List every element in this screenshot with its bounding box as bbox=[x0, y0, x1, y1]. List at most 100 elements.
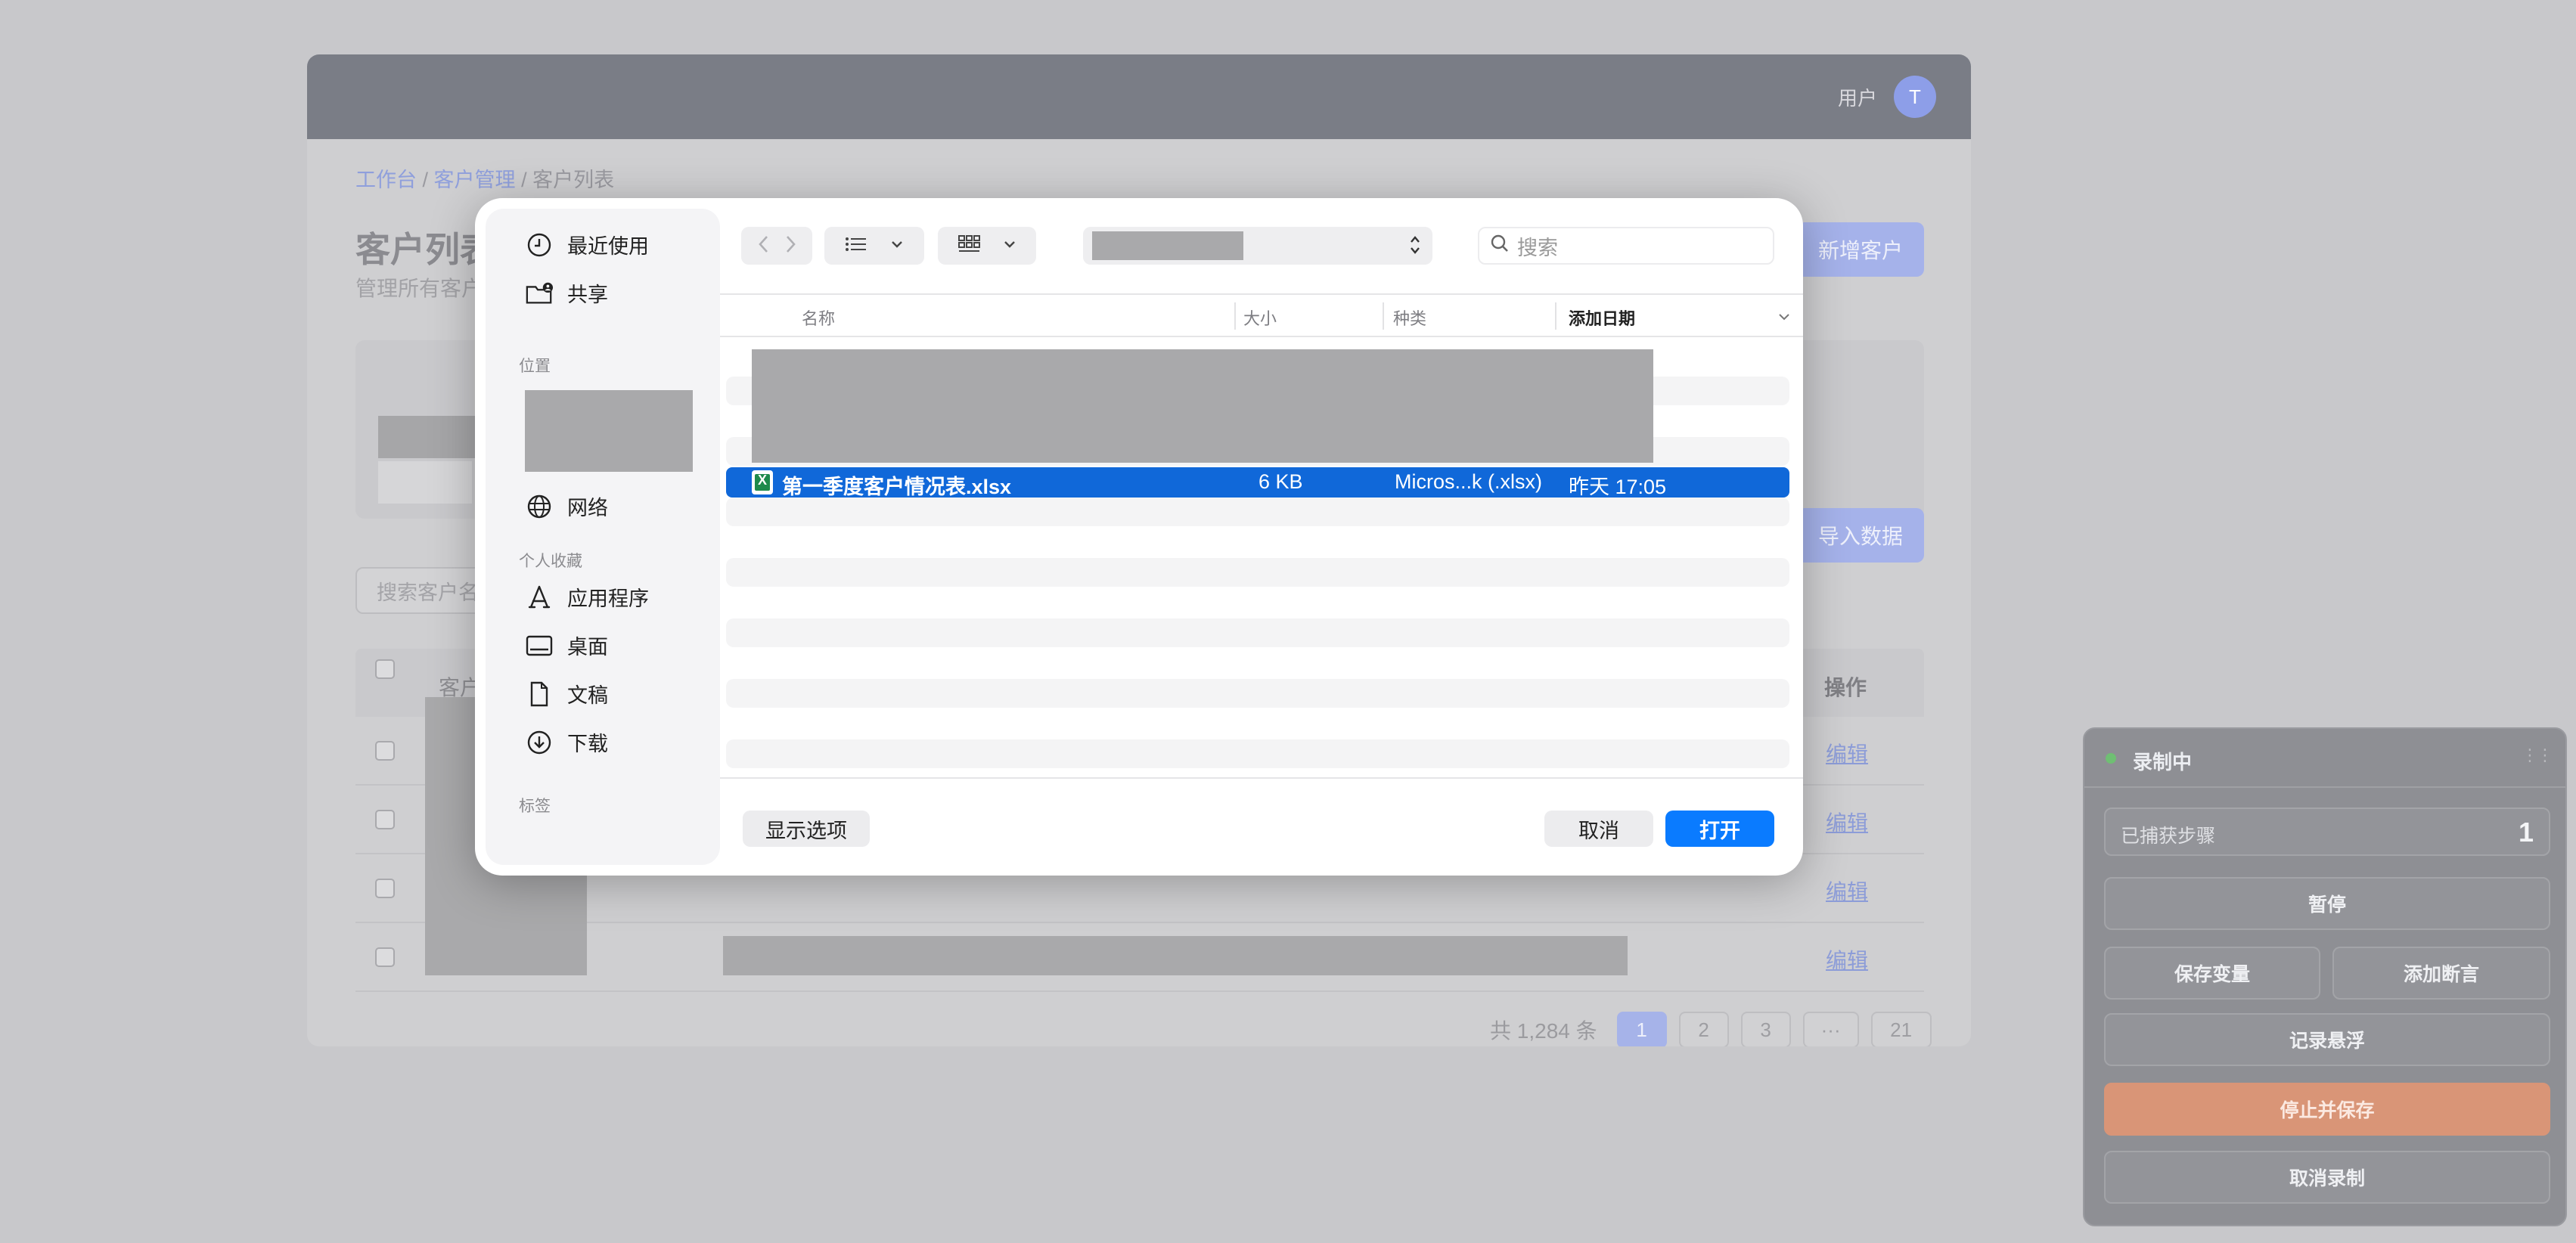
sidebar-item-network[interactable]: 网络 bbox=[525, 491, 608, 521]
steps-count: 1 bbox=[2518, 817, 2534, 848]
clock-icon bbox=[525, 231, 554, 259]
drag-handle-icon[interactable]: ⋮⋮ bbox=[2522, 745, 2553, 765]
group-view-button[interactable] bbox=[938, 227, 1036, 265]
sidebar-item-shared[interactable]: 共享 bbox=[525, 278, 608, 308]
page-21-button[interactable]: 21 bbox=[1870, 1012, 1932, 1046]
list-item[interactable] bbox=[726, 739, 1789, 768]
column-divider bbox=[1234, 302, 1236, 330]
steps-label: 已捕获步骤 bbox=[2121, 826, 2216, 847]
show-options-button[interactable]: 显示选项 bbox=[743, 811, 870, 847]
file-name: 第一季度客户情况表.xlsx bbox=[782, 476, 1012, 498]
chevron-down-icon bbox=[890, 239, 904, 253]
desktop-icon bbox=[525, 631, 554, 660]
back-icon[interactable] bbox=[757, 234, 771, 258]
chevron-down-icon bbox=[1003, 239, 1016, 253]
footer-divider bbox=[720, 777, 1803, 779]
sidebar-item-label: 共享 bbox=[567, 284, 608, 306]
list-item[interactable] bbox=[726, 498, 1789, 526]
section-favorites: 个人收藏 bbox=[519, 553, 582, 570]
sidebar-item-label: 桌面 bbox=[567, 636, 608, 659]
grid-icon bbox=[957, 234, 982, 258]
page-ellipsis: ··· bbox=[1802, 1012, 1859, 1046]
document-icon bbox=[525, 680, 554, 708]
page-2-button[interactable]: 2 bbox=[1678, 1012, 1729, 1046]
file-open-dialog: 最近使用 共享 位置 网络 个人收藏 应用程序 桌面 文稿 下载 标签 搜索 名… bbox=[475, 198, 1803, 876]
pause-button[interactable]: 暂停 bbox=[2104, 877, 2550, 930]
section-tags: 标签 bbox=[519, 798, 551, 815]
stop-and-save-button[interactable]: 停止并保存 bbox=[2104, 1083, 2550, 1136]
redacted-path bbox=[1092, 231, 1243, 260]
edit-link[interactable]: 编辑 bbox=[1826, 807, 1868, 837]
sidebar-item-applications[interactable]: 应用程序 bbox=[525, 582, 649, 612]
row-checkbox[interactable] bbox=[375, 947, 395, 967]
sidebar-item-label: 下载 bbox=[567, 733, 608, 755]
page-title: 客户列表 bbox=[355, 230, 495, 269]
save-variable-button[interactable]: 保存变量 bbox=[2104, 947, 2320, 1000]
forward-icon[interactable] bbox=[784, 234, 797, 258]
sidebar-item-label: 文稿 bbox=[567, 684, 608, 707]
add-assertion-button[interactable]: 添加断言 bbox=[2332, 947, 2550, 1000]
excel-file-icon: X bbox=[752, 470, 773, 494]
sidebar-item-downloads[interactable]: 下载 bbox=[525, 727, 608, 757]
edit-link[interactable]: 编辑 bbox=[1826, 738, 1868, 768]
file-kind: Micros...k (.xlsx) bbox=[1395, 470, 1542, 493]
user-area[interactable]: 用户 T bbox=[1838, 76, 1936, 118]
col-kind[interactable]: 种类 bbox=[1393, 305, 1426, 330]
col-name[interactable]: 名称 bbox=[802, 305, 835, 330]
row-checkbox[interactable] bbox=[375, 741, 395, 761]
cancel-recording-button[interactable]: 取消录制 bbox=[2104, 1151, 2550, 1204]
sidebar-item-desktop[interactable]: 桌面 bbox=[525, 631, 608, 660]
edit-link[interactable]: 编辑 bbox=[1826, 876, 1868, 906]
list-view-button[interactable] bbox=[824, 227, 924, 265]
download-icon bbox=[525, 728, 554, 757]
file-size: 6 KB bbox=[1259, 470, 1303, 493]
recording-indicator bbox=[2106, 753, 2116, 764]
page-3-button[interactable]: 3 bbox=[1740, 1012, 1791, 1046]
redacted-block bbox=[378, 416, 476, 458]
list-icon bbox=[845, 236, 867, 256]
sidebar-item-documents[interactable]: 文稿 bbox=[525, 679, 608, 708]
page-subtitle: 管理所有客户 bbox=[355, 277, 483, 300]
record-hover-button[interactable]: 记录悬浮 bbox=[2104, 1013, 2550, 1066]
sidebar-item-recent[interactable]: 最近使用 bbox=[525, 230, 649, 259]
search-icon bbox=[1490, 234, 1510, 259]
shared-folder-icon bbox=[525, 279, 554, 308]
cancel-button[interactable]: 取消 bbox=[1544, 811, 1653, 847]
col-date-added[interactable]: 添加日期 bbox=[1569, 305, 1635, 330]
breadcrumb-customer-mgmt[interactable]: 客户管理 bbox=[434, 169, 516, 191]
dialog-sidebar: 最近使用 共享 位置 网络 个人收藏 应用程序 桌面 文稿 下载 标签 bbox=[486, 209, 720, 865]
breadcrumb-workbench[interactable]: 工作台 bbox=[355, 169, 417, 191]
column-divider bbox=[1383, 302, 1384, 330]
recorder-status: 录制中 bbox=[2133, 751, 2193, 773]
open-button[interactable]: 打开 bbox=[1665, 811, 1774, 847]
selected-file-row[interactable]: X 第一季度客户情况表.xlsx 6 KB Micros...k (.xlsx)… bbox=[726, 467, 1789, 498]
redacted-location bbox=[525, 390, 693, 472]
user-label: 用户 bbox=[1837, 86, 1877, 110]
file-list-header: 名称 大小 种类 添加日期 bbox=[720, 293, 1803, 337]
import-data-button[interactable]: 导入数据 bbox=[1797, 508, 1924, 563]
edit-link[interactable]: 编辑 bbox=[1826, 944, 1868, 975]
pagination-total: 共 1,284 条 bbox=[1490, 1019, 1597, 1043]
back-forward-buttons[interactable] bbox=[741, 227, 812, 265]
list-item[interactable] bbox=[726, 679, 1789, 708]
column-divider bbox=[1555, 302, 1556, 330]
avatar[interactable]: T bbox=[1894, 76, 1936, 118]
file-date: 昨天 17:05 bbox=[1569, 476, 1667, 498]
redacted-files bbox=[752, 349, 1653, 463]
dialog-search-input[interactable]: 搜索 bbox=[1478, 227, 1774, 265]
sidebar-item-label: 应用程序 bbox=[567, 587, 649, 610]
recorder-header[interactable]: 录制中 ⋮⋮ bbox=[2084, 729, 2565, 788]
sidebar-item-label: 网络 bbox=[567, 497, 608, 519]
add-customer-button[interactable]: 新增客户 bbox=[1797, 222, 1924, 277]
select-all-checkbox[interactable] bbox=[375, 659, 395, 679]
row-checkbox[interactable] bbox=[375, 810, 395, 829]
col-action: 操作 bbox=[1824, 676, 1867, 699]
row-checkbox[interactable] bbox=[375, 879, 395, 898]
breadcrumb: 工作台 / 客户管理 / 客户列表 bbox=[355, 169, 615, 191]
col-size[interactable]: 大小 bbox=[1243, 305, 1277, 330]
list-item[interactable] bbox=[726, 618, 1789, 647]
pagination: 共 1,284 条 1 2 3 ··· 21 bbox=[1490, 1012, 1932, 1046]
list-item[interactable] bbox=[726, 558, 1789, 587]
location-popup[interactable] bbox=[1083, 227, 1432, 265]
page-1-button[interactable]: 1 bbox=[1616, 1012, 1667, 1046]
